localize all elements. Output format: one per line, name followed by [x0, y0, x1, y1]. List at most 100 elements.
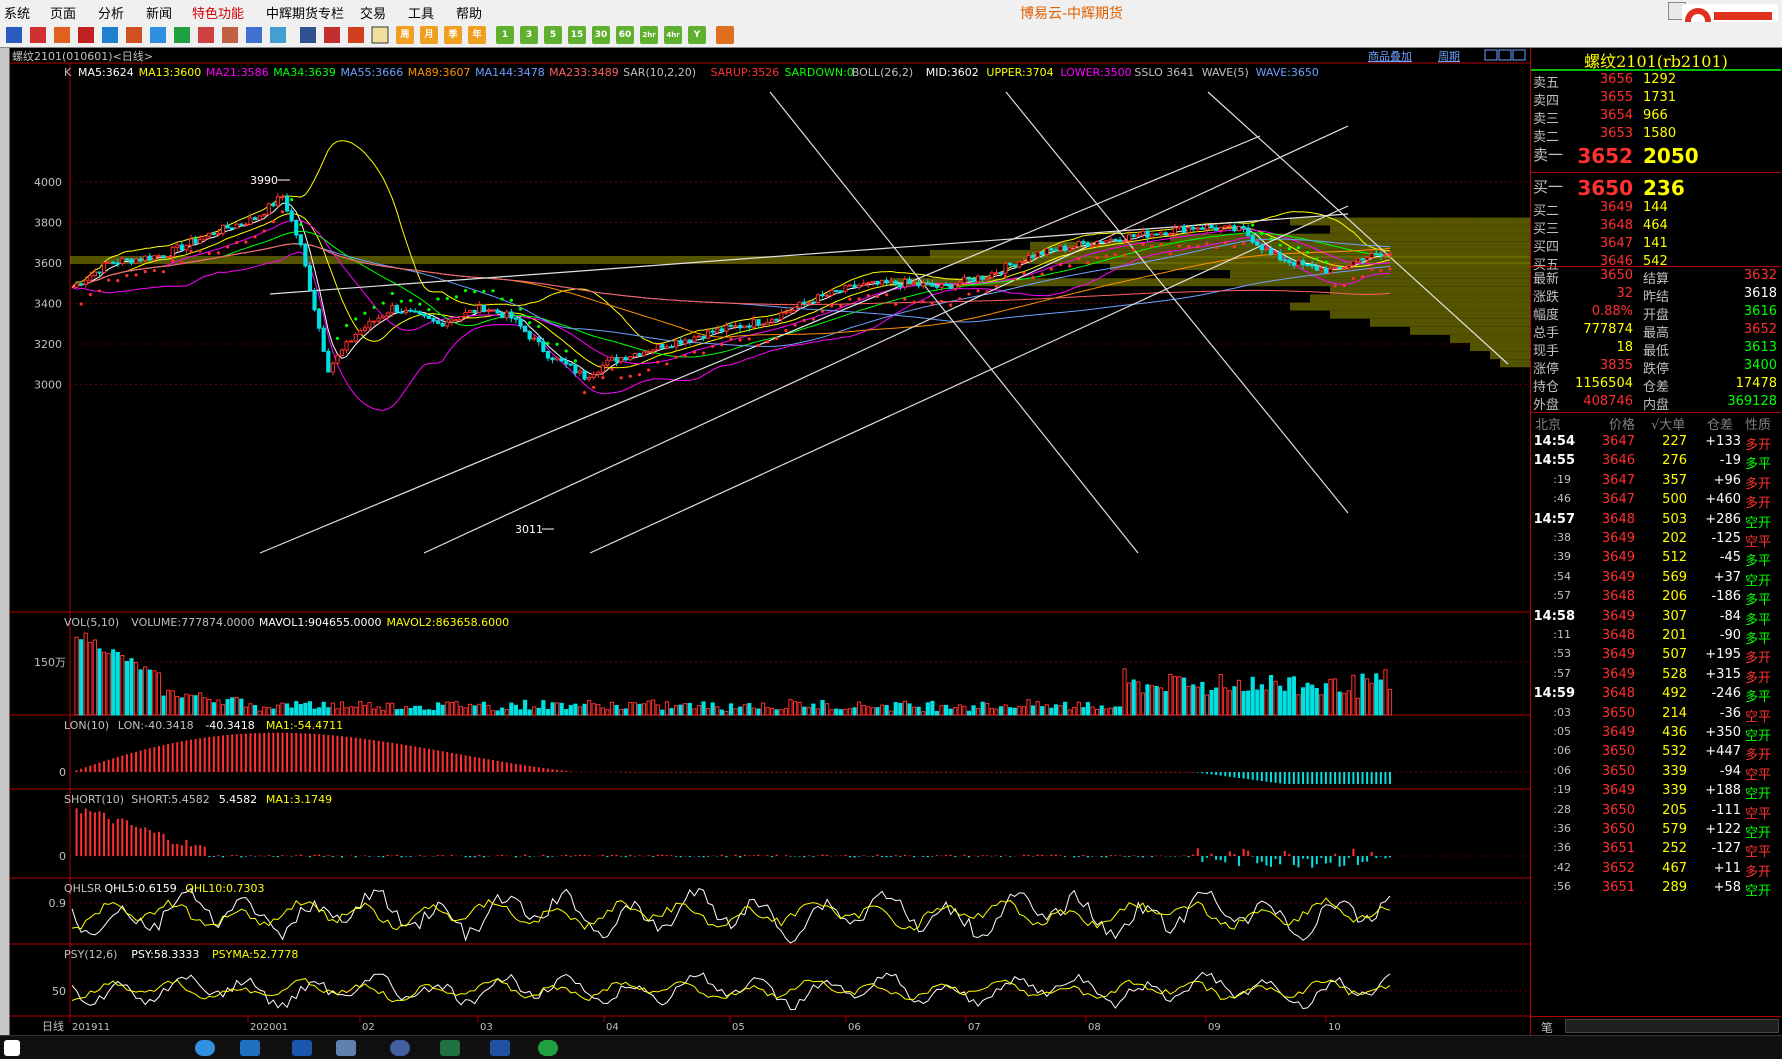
bid-level-row[interactable]: 买二 3649 144	[1531, 200, 1781, 220]
word-icon[interactable]	[490, 1040, 510, 1056]
tick-row[interactable]: :57 3649 528 +315 多开	[1531, 667, 1781, 687]
kline-chart-area[interactable]: 螺纹2101(010601)<日线> 商品叠加 周期 K MA5:3624 MA13…	[10, 48, 1530, 1035]
tick-row[interactable]: :57 3648 206 -186 多平	[1531, 589, 1781, 609]
menu-analysis[interactable]: 分析	[98, 3, 124, 22]
menu-special[interactable]: 特色功能	[192, 3, 244, 22]
menu-tools[interactable]: 工具	[408, 3, 434, 22]
period-year-button[interactable]: 年	[468, 26, 486, 44]
ticks-col-volume[interactable]: √大单	[1651, 414, 1685, 433]
period-month-button[interactable]: 月	[420, 26, 438, 44]
lon-bar	[1164, 772, 1167, 773]
lon-bar	[757, 772, 760, 773]
tick-row[interactable]: :36 3650 579 +122 空开	[1531, 822, 1781, 842]
lon-bar	[400, 744, 403, 772]
ask-level-row[interactable]: 卖五 3656 1292	[1531, 72, 1781, 92]
quote-stat-row[interactable]: 涨停 3835 跌停 3400	[1531, 358, 1781, 378]
short-bar	[1270, 856, 1273, 867]
tick-row[interactable]: :56 3651 289 +58 空开	[1531, 880, 1781, 900]
bid-level-row[interactable]: 买三 3648 464	[1531, 218, 1781, 238]
tick-row[interactable]: :06 3650 339 -94 空平	[1531, 764, 1781, 784]
period-1min-button[interactable]: 1	[496, 26, 514, 44]
tick-row[interactable]: 14:55 3646 276 -19 多平	[1531, 453, 1781, 473]
period-week-button[interactable]: 周	[396, 26, 414, 44]
store-icon[interactable]	[292, 1040, 312, 1056]
quote-stat-row[interactable]: 总手 777874 最高 3652	[1531, 322, 1781, 342]
volume-bar	[1209, 690, 1214, 716]
candle-body	[248, 217, 253, 225]
date-tick: 202001	[250, 1022, 288, 1033]
tick-row[interactable]: :36 3651 252 -127 空平	[1531, 841, 1781, 861]
candle-body	[683, 339, 688, 345]
quote-stat-row[interactable]: 现手 18 最低 3613	[1531, 340, 1781, 360]
quote-stat-row[interactable]: 外盘 408746 内盘 369128	[1531, 394, 1781, 414]
app-icon[interactable]	[336, 1040, 356, 1056]
period-15min-button[interactable]: 15	[568, 26, 586, 44]
tick-row[interactable]: :39 3649 512 -45 多平	[1531, 550, 1781, 570]
tick-row[interactable]: 14:59 3648 492 -246 多平	[1531, 686, 1781, 706]
tick-row[interactable]: :46 3647 500 +460 多开	[1531, 492, 1781, 512]
tick-row[interactable]: :03 3650 214 -36 空平	[1531, 706, 1781, 726]
tick-row[interactable]: 14:57 3648 503 +286 空开	[1531, 512, 1781, 532]
quote-stat-row[interactable]: 幅度 0.88% 开盘 3616	[1531, 304, 1781, 324]
excel-icon[interactable]	[440, 1040, 460, 1056]
volume-bar	[1017, 706, 1022, 716]
ask-level-row[interactable]: 卖四 3655 1731	[1531, 90, 1781, 110]
chart-canvas[interactable]: 螺纹2101(010601)<日线> 商品叠加 周期 K MA5:3624 MA13…	[10, 48, 1530, 1035]
tick-row[interactable]: :06 3650 532 +447 多开	[1531, 744, 1781, 764]
search-app-icon[interactable]	[390, 1040, 410, 1056]
menu-page[interactable]: 页面	[50, 3, 76, 22]
overlay-link[interactable]: 商品叠加	[1368, 49, 1412, 63]
tick-row[interactable]: :19 3647 357 +96 多开	[1531, 473, 1781, 493]
tick-row[interactable]: :05 3649 436 +350 空开	[1531, 725, 1781, 745]
sar-dot	[738, 338, 742, 342]
short-bar	[1297, 856, 1300, 868]
ask-level-row[interactable]: 卖二 3653 1580	[1531, 126, 1781, 146]
candle-body	[568, 363, 573, 366]
period-4hr-button[interactable]: 4hr	[664, 26, 682, 44]
menu-trade[interactable]: 交易	[360, 3, 386, 22]
period-60min-button[interactable]: 60	[616, 26, 634, 44]
ticks-scrollbar[interactable]	[1565, 1019, 1779, 1033]
short-bar	[464, 856, 467, 858]
tick-row[interactable]: :42 3652 467 +11 多开	[1531, 861, 1781, 881]
tick-row[interactable]: :28 3650 205 -111 空平	[1531, 803, 1781, 823]
period-5min-button[interactable]: 5	[544, 26, 562, 44]
tick-row[interactable]: :38 3649 202 -125 空平	[1531, 531, 1781, 551]
period-30min-button[interactable]: 30	[592, 26, 610, 44]
period-y-button[interactable]: Y	[688, 26, 706, 44]
wechat-icon[interactable]	[538, 1040, 558, 1056]
calendar-button[interactable]	[716, 26, 734, 44]
short-bar	[157, 831, 160, 856]
tick-price: 3648	[1601, 589, 1635, 605]
edge-browser-icon[interactable]	[195, 1040, 215, 1056]
left-side-tabs[interactable]	[0, 48, 10, 1035]
period-quarter-button[interactable]: 季	[444, 26, 462, 44]
sar-dot	[500, 297, 504, 301]
tick-row[interactable]: 14:54 3647 227 +133 多开	[1531, 434, 1781, 454]
quote-stat-row[interactable]: 最新 3650 结算 3632	[1531, 268, 1781, 288]
file-explorer-icon[interactable]	[240, 1040, 260, 1056]
ask-level-row[interactable]: 卖三 3654 966	[1531, 108, 1781, 128]
start-icon[interactable]	[4, 1040, 20, 1056]
ask-level-row[interactable]: 卖一 3652 2050	[1531, 144, 1781, 168]
tick-row[interactable]: 14:58 3649 307 -84 多平	[1531, 609, 1781, 629]
candle-body	[417, 311, 422, 315]
period-2hr-button[interactable]: 2hr	[640, 26, 658, 44]
tick-row[interactable]: :53 3649 507 +195 多开	[1531, 647, 1781, 667]
menu-help[interactable]: 帮助	[456, 3, 482, 22]
period-link[interactable]: 周期	[1438, 50, 1460, 63]
menu-news[interactable]: 新闻	[146, 3, 172, 22]
short-bar	[1086, 856, 1089, 858]
tick-row[interactable]: :54 3649 569 +37 空开	[1531, 570, 1781, 590]
period-3min-button[interactable]: 3	[520, 26, 538, 44]
menu-zhonghui-column[interactable]: 中辉期货专栏	[266, 3, 344, 22]
bid-level-row[interactable]: 买四 3647 141	[1531, 236, 1781, 256]
ticks-tab[interactable]: 笔	[1541, 1019, 1553, 1036]
bid-level-row[interactable]: 买一 3650 236	[1531, 176, 1781, 200]
quote-stat-row[interactable]: 涨跌 32 昨结 3618	[1531, 286, 1781, 306]
tick-row[interactable]: :11 3648 201 -90 多平	[1531, 628, 1781, 648]
quote-stat-row[interactable]: 持仓 1156504 仓差 17478	[1531, 376, 1781, 396]
short-bar	[180, 845, 183, 856]
tick-row[interactable]: :19 3649 339 +188 空开	[1531, 783, 1781, 803]
menu-system[interactable]: 系统	[4, 3, 30, 22]
